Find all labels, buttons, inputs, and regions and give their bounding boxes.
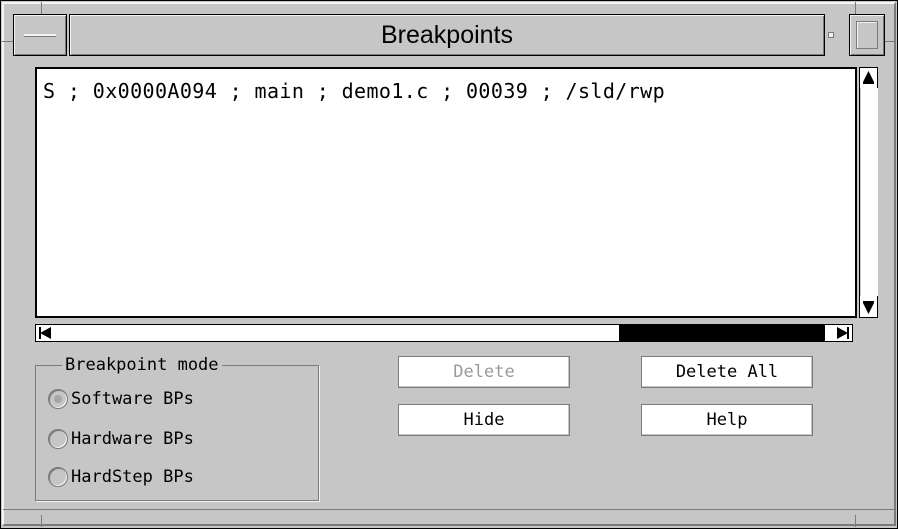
delete-button[interactable]: Delete bbox=[398, 356, 570, 388]
hide-button[interactable]: Hide bbox=[398, 404, 570, 436]
window-title[interactable]: Breakpoints bbox=[69, 14, 825, 56]
horizontal-scrollbar[interactable] bbox=[35, 324, 853, 342]
help-button[interactable]: Help bbox=[641, 404, 813, 436]
vertical-scroll-thumb[interactable] bbox=[860, 88, 878, 296]
list-item[interactable]: S ; 0x0000A094 ; main ; demo1.c ; 00039 … bbox=[43, 79, 665, 103]
radio-icon[interactable] bbox=[48, 389, 68, 409]
title-bar[interactable]: Breakpoints bbox=[13, 14, 885, 56]
breakpoints-window: Breakpoints S ; 0x0000A094 ; main ; demo… bbox=[0, 0, 898, 529]
radio-label: Hardware BPs bbox=[71, 429, 194, 449]
horizontal-scroll-thumb[interactable] bbox=[619, 325, 825, 341]
radio-hardware-bps[interactable]: Hardware BPs bbox=[48, 427, 194, 451]
breakpoint-mode-group: Breakpoint mode Software BPs Hardware BP… bbox=[35, 355, 319, 501]
radio-label: HardStep BPs bbox=[71, 467, 194, 487]
breakpoint-list[interactable]: S ; 0x0000A094 ; main ; demo1.c ; 00039 … bbox=[35, 67, 857, 318]
arrow-right-icon[interactable] bbox=[834, 325, 850, 341]
delete-all-button[interactable]: Delete All bbox=[641, 356, 813, 388]
radio-icon[interactable] bbox=[48, 467, 68, 487]
window-menu-icon bbox=[24, 34, 56, 37]
radio-software-bps[interactable]: Software BPs bbox=[48, 387, 194, 411]
radio-label: Software BPs bbox=[71, 389, 194, 409]
arrow-down-icon[interactable] bbox=[861, 300, 876, 316]
group-legend: Breakpoint mode bbox=[62, 355, 222, 375]
arrow-left-icon[interactable] bbox=[38, 325, 54, 341]
radio-icon[interactable] bbox=[48, 429, 68, 449]
radio-hardstep-bps[interactable]: HardStep BPs bbox=[48, 465, 194, 489]
bottom-divider bbox=[3, 509, 895, 510]
maximize-icon bbox=[856, 21, 878, 49]
vertical-scrollbar[interactable] bbox=[859, 67, 878, 318]
minimize-button[interactable] bbox=[817, 14, 845, 54]
window-menu-button[interactable] bbox=[13, 14, 67, 56]
maximize-button[interactable] bbox=[849, 14, 885, 56]
minimize-icon bbox=[828, 32, 834, 38]
arrow-up-icon[interactable] bbox=[861, 69, 876, 85]
